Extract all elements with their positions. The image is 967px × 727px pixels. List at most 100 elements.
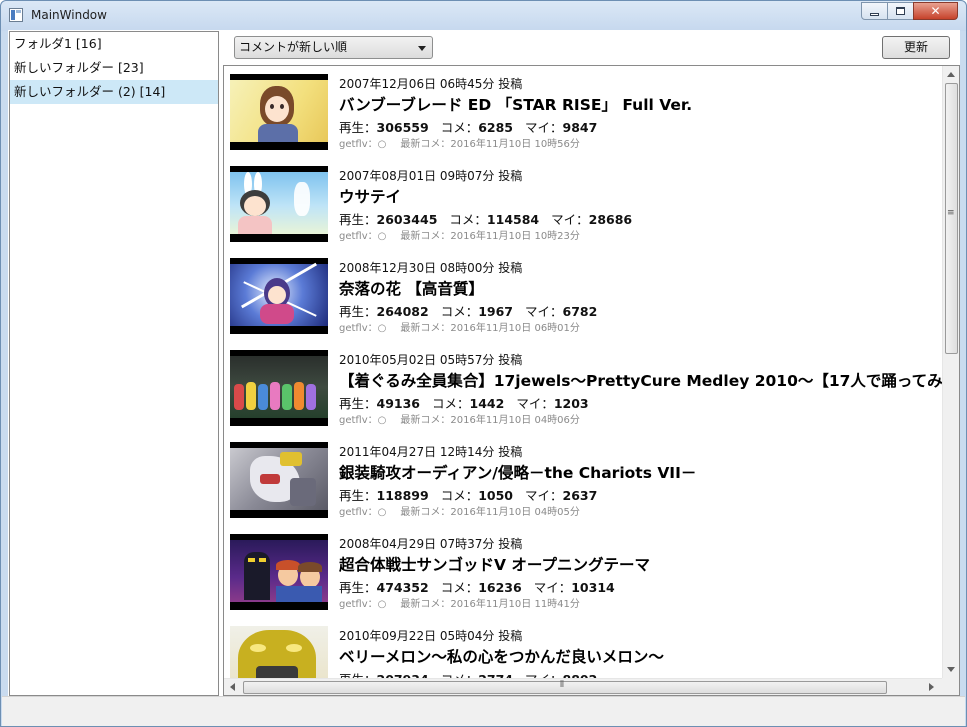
play-label: 再生： [339,212,377,227]
thumbnail-image [230,172,328,234]
comment-label: コメ： [440,580,479,595]
close-button[interactable]: ✕ [913,2,958,20]
video-item[interactable]: 2010年05月02日 05時57分 投稿 【着ぐるみ全員集合】17jewels… [230,342,942,434]
sort-order-value: コメントが新しい順 [239,40,348,54]
video-substatus: getflv：○ 最新コメ：2016年11月10日 11時41分 [339,595,580,610]
thumbnail-image [230,262,328,326]
video-item[interactable]: 2008年12月30日 08時00分 投稿 奈落の花 【高音質】 再生：2640… [230,250,942,342]
scroll-down-icon[interactable] [947,667,955,672]
video-title[interactable]: 銀装騎攻オーディアン/侵略－the Chariots VII－ [339,461,696,483]
video-thumbnail[interactable] [230,350,328,426]
last-comment-label: 最新コメ： [400,231,451,242]
minimize-button[interactable] [861,2,888,20]
video-stats: 再生：474352 コメ：16236 マイ：10314 [339,577,615,596]
last-comment-date: 2016年11月10日 06時01分 [450,323,580,334]
mylist-label: マイ： [516,396,554,411]
play-label: 再生： [339,304,377,319]
thumbnail-image [230,626,328,678]
mylist-label: マイ： [551,212,589,227]
video-title[interactable]: 奈落の花 【高音質】 [339,277,484,299]
last-comment-date: 2016年11月10日 10時56分 [450,139,580,150]
thumbnail-image [230,540,328,602]
video-title[interactable]: ウサテイ [339,185,401,207]
thumbnail-image [230,80,328,142]
video-thumbnail[interactable] [230,166,328,242]
content-pane: コメントが新しい順 更新 2007年12月06日 06時45分 投稿 バンブーブ… [223,30,960,696]
video-item[interactable]: 2007年08月01日 09時07分 投稿 ウサテイ 再生：2603445 コメ：… [230,158,942,250]
getflv-status: getflv：○ [339,507,387,518]
mylist-count: 2637 [562,488,598,503]
thumbnail-image [230,448,328,510]
last-comment-date: 2016年11月10日 04時05分 [450,507,580,518]
video-thumbnail[interactable] [230,442,328,518]
comment-count: 16236 [478,580,522,595]
video-title[interactable]: 【着ぐるみ全員集合】17jewels～PrettyCure Medley 201… [339,369,942,391]
client-area: フォルダ1 [16] 新しいフォルダー [23] 新しいフォルダー (2) [1… [8,30,960,696]
video-substatus: getflv：○ 最新コメ：2016年11月10日 10時56分 [339,135,580,150]
app-window-icon [9,8,23,22]
last-comment-label: 最新コメ： [400,323,451,334]
comment-label: コメ： [440,120,479,135]
last-comment-label: 最新コメ： [400,507,451,518]
vertical-scroll-thumb[interactable] [945,83,958,354]
play-count: 264082 [376,304,429,319]
getflv-status: getflv：○ [339,415,387,426]
horizontal-scrollbar[interactable]: ⦀ [224,678,942,695]
video-substatus: getflv：○ 最新コメ：2016年11月10日 04時06分 [339,411,580,426]
play-count: 2603445 [376,212,438,227]
title-bar[interactable]: MainWindow ✕ [1,1,966,31]
getflv-status: getflv：○ [339,139,387,150]
video-stats: 再生：2603445 コメ：114584 マイ：28686 [339,209,632,228]
video-item[interactable]: 2010年09月22日 05時04分 投稿 ベリーメロン～私の心をつかんだ良いメ… [230,618,942,678]
folder-item-selected[interactable]: 新しいフォルダー (2) [14] [10,80,218,104]
video-item[interactable]: 2007年12月06日 06時45分 投稿 バンブーブレード ED 「STAR … [230,66,942,158]
posted-date: 2010年05月02日 05時57分 投稿 [339,353,523,367]
video-list[interactable]: 2007年12月06日 06時45分 投稿 バンブーブレード ED 「STAR … [223,65,960,696]
video-stats: 再生：118899 コメ：1050 マイ：2637 [339,485,597,504]
video-thumbnail[interactable] [230,258,328,334]
comment-count: 6285 [478,120,514,135]
play-count: 474352 [376,580,429,595]
comment-label: コメ： [432,396,470,411]
last-comment-label: 最新コメ： [400,415,451,426]
video-item[interactable]: 2008年04月29日 07時37分 投稿 超合体戦士サンゴッドV オープニング… [230,526,942,618]
comment-count: 114584 [486,212,540,227]
grip-icon: ≡ [947,208,955,218]
scrollbar-corner [942,678,959,695]
close-icon: ✕ [930,4,941,18]
horizontal-scroll-thumb[interactable] [243,681,887,694]
video-title[interactable]: 超合体戦士サンゴッドV オープニングテーマ [339,553,650,575]
play-count: 49136 [376,396,421,411]
folder-item[interactable]: 新しいフォルダー [23] [10,56,218,80]
play-count: 118899 [376,488,429,503]
posted-date: 2007年08月01日 09時07分 投稿 [339,169,523,183]
status-bar [2,696,965,726]
last-comment-date: 2016年11月10日 11時41分 [450,599,580,610]
folder-label: フォルダ1 [16] [14,36,102,51]
video-thumbnail[interactable] [230,626,328,678]
video-item[interactable]: 2011年04月27日 12時14分 投稿 銀装騎攻オーディアン/侵略－the … [230,434,942,526]
last-comment-date: 2016年11月10日 10時23分 [450,231,580,242]
video-stats: 再生：264082 コメ：1967 マイ：6782 [339,301,597,320]
scroll-left-icon[interactable] [230,683,235,691]
maximize-icon [896,7,905,15]
sort-order-dropdown[interactable]: コメントが新しい順 [234,36,433,59]
minimize-icon [870,12,879,16]
getflv-status: getflv：○ [339,323,387,334]
video-thumbnail[interactable] [230,534,328,610]
refresh-button[interactable]: 更新 [882,36,950,59]
posted-date: 2011年04月27日 12時14分 投稿 [339,445,523,459]
video-title[interactable]: ベリーメロン～私の心をつかんだ良いメロン～ [339,645,664,667]
maximize-button[interactable] [887,2,914,20]
video-title[interactable]: バンブーブレード ED 「STAR RISE」 Full Ver. [339,93,692,115]
last-comment-label: 最新コメ： [400,139,451,150]
video-list-items: 2007年12月06日 06時45分 投稿 バンブーブレード ED 「STAR … [224,66,942,678]
vertical-scrollbar[interactable]: ≡ [942,66,959,678]
scroll-right-icon[interactable] [929,683,934,691]
video-thumbnail[interactable] [230,74,328,150]
scroll-up-icon[interactable] [947,72,955,77]
folder-item[interactable]: フォルダ1 [16] [10,32,218,56]
mylist-count: 28686 [588,212,633,227]
play-count: 306559 [376,120,429,135]
folder-list[interactable]: フォルダ1 [16] 新しいフォルダー [23] 新しいフォルダー (2) [1… [9,31,219,696]
